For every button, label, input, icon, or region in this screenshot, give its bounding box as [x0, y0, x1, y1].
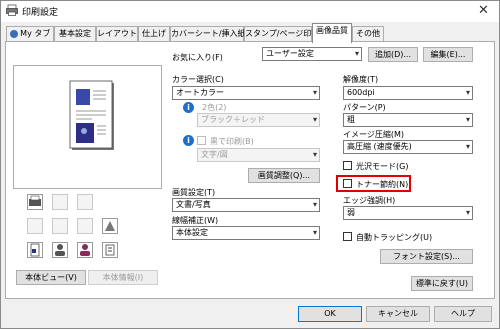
font-settings-button[interactable]: フォント設定(S)... [380, 249, 473, 264]
device-view-button[interactable]: 本体ビュー(V) [16, 270, 86, 285]
compression-select[interactable]: 高圧縮 (速度優先) ▾ [343, 140, 473, 154]
toner-save-label: トナー節約(N) [356, 180, 409, 189]
chevron-down-icon: ▾ [312, 150, 317, 159]
toner-save-checkbox[interactable] [343, 179, 352, 188]
close-icon[interactable]: ✕ [478, 3, 489, 18]
two-color-value: ブラック＋レッド [201, 115, 265, 124]
chevron-down-icon: ▾ [465, 142, 470, 151]
line-width-select[interactable]: 本体設定 ▾ [172, 226, 320, 240]
tab-finishing[interactable]: 仕上げ [138, 26, 170, 42]
edit-favorite-button[interactable]: 編集(E)... [423, 47, 473, 62]
quality-select[interactable]: 文書/写真 ▾ [172, 198, 320, 212]
favorites-value: ユーザー設定 [266, 49, 314, 58]
tab-cover-sheet[interactable]: カバーシート/挿入紙 [170, 26, 246, 42]
color-select-label: カラー選択(C) [172, 75, 224, 84]
finisher-icon [77, 194, 93, 210]
pattern-value: 粗 [347, 115, 355, 124]
device-info-button[interactable]: 本体情報(I) [88, 270, 158, 285]
pattern-select[interactable]: 粗 ▾ [343, 113, 473, 127]
auto-trapping-checkbox[interactable] [343, 232, 352, 241]
line-width-label: 線幅補正(W) [172, 216, 219, 225]
secure-print-icon [102, 242, 118, 258]
resolution-label: 解像度(T) [343, 75, 379, 84]
booklet-icon [102, 218, 118, 234]
tab-stamp[interactable]: スタンプ/ページ印字 [244, 26, 319, 42]
page-preview [13, 65, 162, 189]
document-icon [27, 242, 43, 258]
user-icon [9, 29, 18, 38]
printer-icon [6, 4, 18, 16]
resolution-value: 600dpi [347, 88, 375, 97]
favorites-label: お気に入り(F) [172, 53, 223, 62]
info-icon: i [183, 135, 194, 146]
user-group-icon [52, 242, 68, 258]
add-favorite-button[interactable]: 追加(D)... [368, 47, 418, 62]
edge-emphasis-value: 弱 [347, 208, 355, 217]
chevron-down-icon: ▾ [465, 115, 470, 124]
pattern-label: パターン(P) [343, 103, 386, 112]
favorites-select[interactable]: ユーザー設定 ▾ [262, 47, 362, 61]
chevron-down-icon: ▾ [312, 88, 317, 97]
compression-value: 高圧縮 (速度優先) [347, 142, 412, 151]
gloss-mode-label: 光沢モード(G) [356, 162, 409, 171]
black-print-select[interactable]: 文字/図 ▾ [197, 148, 320, 162]
line-width-value: 本体設定 [176, 228, 208, 237]
tab-bar: My タブ 基本設定 レイアウト 仕上げ カバーシート/挿入紙 スタンプ/ページ… [1, 22, 499, 43]
cancel-button[interactable]: キャンセル [366, 306, 430, 322]
tray-icon [52, 194, 68, 210]
window-title: 印刷設定 [22, 8, 59, 18]
chevron-down-icon: ▾ [465, 88, 470, 97]
printer-device-icon [27, 194, 43, 210]
color-select[interactable]: オートカラー ▾ [172, 86, 320, 100]
edge-emphasis-label: エッジ強調(H) [343, 196, 396, 205]
gloss-mode-checkbox[interactable] [343, 161, 352, 170]
tab-layout[interactable]: レイアウト [96, 26, 138, 42]
black-print-label: 黒で印刷(B) [210, 137, 254, 146]
chevron-down-icon: ▾ [312, 228, 317, 237]
tab-image-quality[interactable]: 画像品質 [312, 23, 352, 43]
edge-emphasis-select[interactable]: 弱 ▾ [343, 206, 473, 220]
quality-label: 画質設定(T) [172, 188, 216, 197]
compression-label: イメージ圧縮(M) [343, 130, 404, 139]
staple-icon [52, 218, 68, 234]
resolution-select[interactable]: 600dpi ▾ [343, 86, 473, 100]
account-icon [77, 242, 93, 258]
two-color-select[interactable]: ブラック＋レッド ▾ [197, 113, 320, 127]
tab-label: My タブ [20, 29, 51, 38]
chevron-down-icon: ▾ [312, 115, 317, 124]
output-tray-icon [27, 218, 43, 234]
tab-other[interactable]: その他 [352, 26, 384, 42]
help-button[interactable]: ヘルプ [434, 306, 492, 322]
punch-icon [77, 218, 93, 234]
chevron-down-icon: ▾ [354, 49, 359, 58]
title-bar [1, 1, 499, 22]
black-print-value: 文字/図 [201, 150, 228, 159]
document-preview-icon [69, 80, 114, 150]
image-adjust-button[interactable]: 画質調整(Q)... [248, 168, 320, 183]
auto-trapping-label: 自動トラッピング(U) [356, 233, 433, 242]
color-select-value: オートカラー [176, 88, 224, 97]
two-color-label: 2色(2) [202, 103, 227, 112]
info-icon: i [183, 102, 194, 113]
tab-basic[interactable]: 基本設定 [54, 26, 96, 42]
ok-button[interactable]: OK [298, 306, 362, 322]
restore-default-button[interactable]: 標準に戻す(U) [411, 276, 473, 291]
black-print-checkbox[interactable] [197, 136, 206, 145]
chevron-down-icon: ▾ [312, 200, 317, 209]
chevron-down-icon: ▾ [465, 208, 470, 217]
tab-my-tab[interactable]: My タブ [6, 26, 54, 42]
quality-value: 文書/写真 [176, 200, 211, 209]
